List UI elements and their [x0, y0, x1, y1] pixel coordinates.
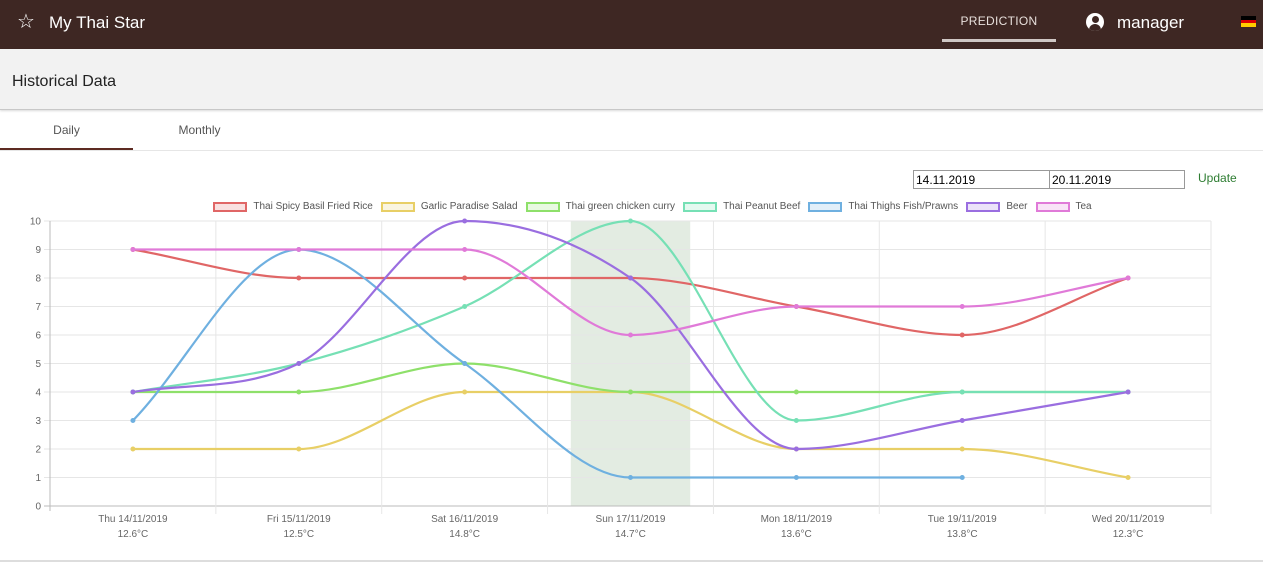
top-toolbar: ☆ My Thai Star PREDICTION manager	[0, 0, 1263, 49]
data-point	[628, 332, 633, 338]
data-point	[959, 446, 965, 452]
x-tick-temperature: 14.7°C	[615, 529, 646, 540]
section-header: Historical Data	[0, 49, 1263, 110]
data-point	[793, 418, 799, 423]
start-date-input[interactable]	[913, 170, 1050, 189]
data-point	[296, 446, 302, 452]
legend-swatch	[213, 202, 248, 212]
data-point	[1125, 275, 1131, 281]
y-tick-label: 2	[35, 445, 41, 456]
y-tick-label: 10	[30, 217, 42, 228]
x-tick-label: Thu 14/11/2019	[98, 514, 168, 525]
legend-label: Garlic Paradise Salad	[420, 201, 518, 212]
x-tick-label: Fri 15/11/2019	[267, 514, 331, 525]
legend-label: Thai green chicken curry	[565, 201, 676, 212]
line-chart: 0 1 2 3 4 5 6 7 8 9 10 Thu 14/11/2019 12.6°C Fri 15/1…	[30, 217, 1212, 540]
data-point	[296, 389, 302, 395]
german-flag-icon[interactable]	[1241, 16, 1256, 27]
account-circle-icon[interactable]	[1086, 13, 1104, 31]
data-point	[793, 475, 799, 480]
x-tick-temperature: 14.8°C	[449, 529, 480, 540]
legend-label: Beer	[1006, 201, 1028, 212]
x-tick-temperature: 12.5°C	[283, 529, 314, 540]
y-tick-label: 3	[35, 416, 41, 427]
legend-swatch	[808, 202, 843, 212]
legend-label: Thai Spicy Basil Fried Rice	[253, 201, 373, 212]
legend-label: Thai Thighs Fish/Prawns	[848, 201, 959, 212]
x-tick-temperature: 13.6°C	[781, 529, 812, 540]
data-point	[462, 361, 468, 366]
data-point	[628, 389, 633, 395]
data-point	[296, 275, 302, 281]
data-point	[462, 218, 468, 224]
y-tick-label: 9	[35, 245, 41, 256]
data-point	[1125, 475, 1131, 480]
nav-active-indicator	[942, 39, 1056, 42]
data-point	[462, 275, 468, 281]
nav-prediction-tab[interactable]: PREDICTION	[942, 0, 1056, 42]
legend-label: Tea	[1075, 201, 1092, 212]
data-point	[462, 247, 468, 252]
data-point	[628, 275, 633, 281]
data-point	[793, 304, 799, 309]
data-point	[628, 475, 633, 480]
star-icon[interactable]: ☆	[17, 11, 35, 33]
legend-label: Thai Peanut Beef	[723, 201, 801, 212]
app-title[interactable]: My Thai Star	[49, 13, 145, 33]
y-tick-label: 1	[35, 473, 41, 484]
tab-bar: Daily Monthly	[0, 111, 1263, 151]
x-tick-label: Tue 19/11/2019	[928, 514, 997, 525]
y-tick-label: 5	[35, 359, 41, 370]
tab-monthly[interactable]: Monthly	[133, 111, 266, 150]
x-tick-label: Wed 20/11/2019	[1092, 514, 1165, 525]
update-button[interactable]: Update	[1198, 171, 1237, 185]
x-tick-temperature: 12.3°C	[1113, 529, 1144, 540]
data-point	[959, 332, 965, 338]
legend-swatch	[683, 202, 718, 212]
data-point	[296, 247, 302, 252]
y-tick-label: 6	[35, 331, 41, 342]
tab-daily[interactable]: Daily	[0, 111, 133, 150]
legend-swatch	[1035, 202, 1070, 212]
data-point	[296, 361, 302, 366]
data-point	[959, 418, 965, 423]
data-point	[959, 304, 965, 309]
legend-swatch	[380, 202, 415, 212]
data-point	[793, 389, 799, 395]
y-tick-label: 0	[35, 502, 41, 513]
data-point	[793, 446, 799, 452]
x-tick-label: Mon 18/11/2019	[761, 514, 833, 525]
legend-swatch	[525, 202, 560, 212]
data-point	[959, 389, 965, 395]
divider	[0, 560, 1263, 562]
x-tick-label: Sun 17/11/2019	[596, 514, 666, 525]
page-title: Historical Data	[12, 73, 117, 90]
data-point	[628, 218, 633, 224]
user-name[interactable]: manager	[1117, 13, 1184, 33]
y-tick-label: 7	[35, 302, 41, 313]
data-point	[462, 389, 468, 395]
data-point	[130, 389, 136, 395]
y-tick-label: 4	[35, 388, 41, 399]
data-point	[130, 418, 136, 423]
x-tick-label: Sat 16/11/2019	[431, 514, 499, 525]
data-point	[130, 247, 136, 252]
x-tick-temperature: 13.8°C	[947, 529, 978, 540]
y-tick-label: 8	[35, 274, 41, 285]
data-point	[1125, 389, 1131, 395]
data-point	[130, 446, 136, 452]
x-tick-temperature: 12.6°C	[118, 529, 149, 540]
data-point	[462, 304, 468, 309]
end-date-input[interactable]	[1049, 170, 1185, 189]
legend-swatch	[966, 202, 1001, 212]
data-point	[959, 475, 965, 480]
